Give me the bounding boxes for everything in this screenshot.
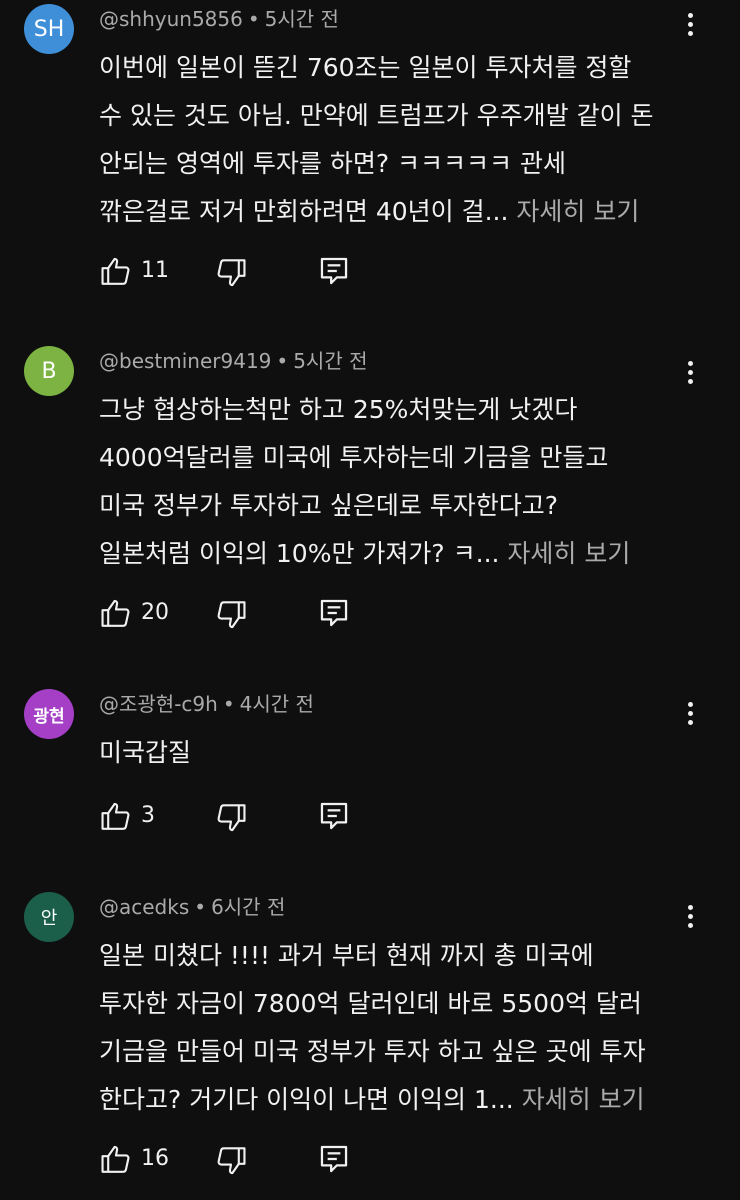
thumbs-up-icon <box>101 257 130 285</box>
comment-line: 이번에 일본이 뜯긴 760조는 일본이 투자처를 정할 <box>99 53 632 82</box>
thumbs-down-icon <box>217 259 246 287</box>
comment-line: 깎은걸로 저거 만회하려면 40년이 걸... <box>99 197 509 226</box>
like-button[interactable] <box>99 799 133 833</box>
like-button[interactable] <box>99 254 133 288</box>
dislike-button[interactable] <box>214 598 248 632</box>
comment-line: 미국 정부가 투자하고 싶은데로 투자한다고? <box>99 491 559 520</box>
comment-line: 투자한 자금이 7800억 달러인데 바로 5500억 달러 <box>99 989 642 1018</box>
meta-separator: • <box>194 895 207 919</box>
more-vert-icon[interactable] <box>672 693 708 733</box>
comment-meta: @shhyun5856 • 5시간 전 <box>99 4 339 34</box>
thumbs-down-icon <box>217 804 246 832</box>
comment-line: 4000억달러를 미국에 투자하는데 기금을 만들고 <box>99 443 609 472</box>
read-more-link[interactable]: 자세히 보기 <box>522 1085 645 1114</box>
comment-line: 미국갑질 <box>99 738 192 767</box>
comment-text: 그냥 협상하는척만 하고 25%처맞는게 낫겠다 4000억달러를 미국에 투자… <box>99 386 699 578</box>
reply-icon <box>320 1145 348 1173</box>
comment-line: 한다고? 거기다 이익이 나면 이익의 1... <box>99 1085 514 1114</box>
read-more-link[interactable]: 자세히 보기 <box>507 539 630 568</box>
comment-author[interactable]: @shhyun5856 <box>99 7 243 31</box>
comment-author[interactable]: @acedks <box>99 895 189 919</box>
like-count: 3 <box>141 803 155 828</box>
avatar[interactable]: 안 <box>24 892 74 942</box>
comment-line: 그냥 협상하는척만 하고 25%처맞는게 낫겠다 <box>99 395 578 424</box>
like-count: 16 <box>141 1146 169 1171</box>
comment-time[interactable]: 6시간 전 <box>211 895 285 919</box>
comment-line: 안되는 영역에 투자를 하면? ㅋㅋㅋㅋㅋ 관세 <box>99 149 567 178</box>
comment-meta: @acedks • 6시간 전 <box>99 892 285 922</box>
dislike-button[interactable] <box>214 801 248 835</box>
reply-icon <box>320 599 348 627</box>
comment-time[interactable]: 4시간 전 <box>240 692 314 716</box>
read-more-link[interactable]: 자세히 보기 <box>516 197 639 226</box>
comment-author[interactable]: @조광현-c9h <box>99 692 218 716</box>
comment-actions: 11 <box>99 252 379 292</box>
avatar[interactable]: SH <box>24 4 74 54</box>
comment-line: 일본처럼 이익의 10%만 가져가? ㅋ... <box>99 539 500 568</box>
thumbs-up-icon <box>101 599 130 627</box>
comment-text: 일본 미쳤다 !!!! 과거 부터 현재 까지 총 미국에 투자한 자금이 78… <box>99 932 699 1124</box>
more-vert-icon[interactable] <box>672 4 708 44</box>
thumbs-down-icon <box>217 1147 246 1175</box>
comment-text: 이번에 일본이 뜯긴 760조는 일본이 투자처를 정할 수 있는 것도 아님.… <box>99 44 699 236</box>
meta-separator: • <box>222 692 235 716</box>
comment-line: 일본 미쳤다 !!!! 과거 부터 현재 까지 총 미국에 <box>99 941 594 970</box>
comment-text: 미국갑질 <box>99 729 699 777</box>
reply-button[interactable] <box>317 596 351 630</box>
avatar[interactable]: B <box>24 346 74 396</box>
dislike-button[interactable] <box>214 1144 248 1178</box>
like-count: 20 <box>141 600 169 625</box>
avatar-initials: SH <box>33 16 65 42</box>
reply-button[interactable] <box>317 254 351 288</box>
reply-button[interactable] <box>317 799 351 833</box>
reply-icon <box>320 802 348 830</box>
comment-time[interactable]: 5시간 전 <box>265 7 339 31</box>
comment-meta: @bestminer9419 • 5시간 전 <box>99 346 368 376</box>
comment-meta: @조광현-c9h • 4시간 전 <box>99 689 314 719</box>
meta-separator: • <box>247 7 260 31</box>
comment-time[interactable]: 5시간 전 <box>293 349 367 373</box>
reply-icon <box>320 257 348 285</box>
more-vert-icon[interactable] <box>672 896 708 936</box>
dislike-button[interactable] <box>214 256 248 290</box>
meta-separator: • <box>276 349 289 373</box>
comment-actions: 3 <box>99 797 379 837</box>
avatar-initials: 안 <box>40 908 58 929</box>
thumbs-down-icon <box>217 601 246 629</box>
like-button[interactable] <box>99 596 133 630</box>
avatar-initials: B <box>41 358 57 384</box>
thumbs-up-icon <box>101 802 130 830</box>
comment-actions: 16 <box>99 1140 379 1180</box>
avatar[interactable]: 광현 <box>24 689 74 739</box>
comment-actions: 20 <box>99 594 379 634</box>
comment-line: 기금을 만들어 미국 정부가 투자 하고 싶은 곳에 투자 <box>99 1037 646 1066</box>
like-button[interactable] <box>99 1142 133 1176</box>
comment-author[interactable]: @bestminer9419 <box>99 349 271 373</box>
thumbs-up-icon <box>101 1145 130 1173</box>
comment-line: 수 있는 것도 아님. 만약에 트럼프가 우주개발 같이 돈 <box>99 101 654 130</box>
like-count: 11 <box>141 258 169 283</box>
avatar-initials: 광현 <box>33 706 65 727</box>
reply-button[interactable] <box>317 1142 351 1176</box>
